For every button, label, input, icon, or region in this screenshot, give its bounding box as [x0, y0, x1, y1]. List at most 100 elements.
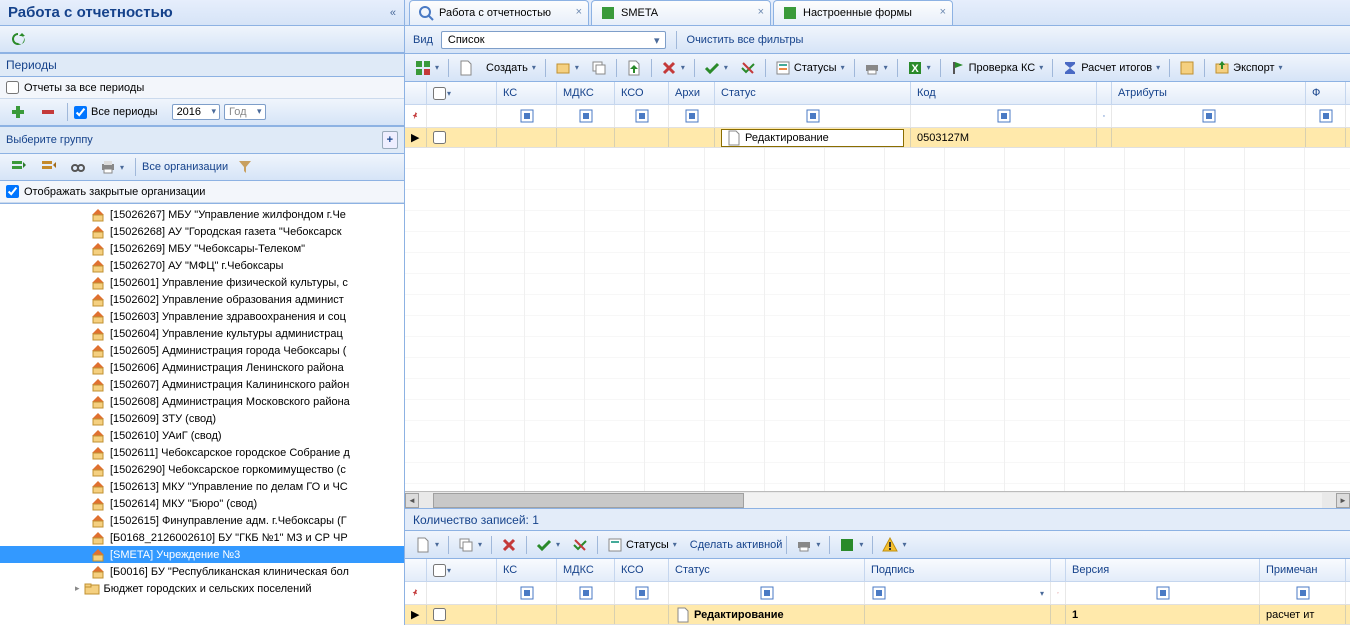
create-button[interactable]: Создать▾ — [481, 59, 541, 77]
tb-delete[interactable]: ▾ — [656, 57, 690, 79]
expand-button[interactable] — [5, 156, 31, 178]
filter-cell[interactable] — [1066, 582, 1260, 604]
tree-item[interactable]: [15026290] Чебоксарское горкомимущество … — [0, 461, 404, 478]
filter-cell[interactable] — [1260, 582, 1346, 604]
cell[interactable] — [865, 605, 1051, 624]
find-button[interactable] — [65, 156, 91, 178]
filter-cell[interactable] — [1051, 582, 1066, 604]
filter-cell[interactable] — [405, 582, 427, 604]
filter-cell[interactable] — [615, 582, 669, 604]
column-header[interactable]: Атрибуты — [1112, 82, 1306, 104]
tree-item[interactable]: [15026269] МБУ "Чебоксары-Телеком" — [0, 240, 404, 257]
tb-print[interactable]: ▾ — [859, 57, 893, 79]
column-header[interactable]: КСО — [615, 82, 669, 104]
column-header[interactable] — [405, 82, 427, 104]
filter-cell[interactable] — [715, 105, 911, 127]
all-periods-reports-checkbox[interactable] — [6, 81, 19, 94]
tree-folder[interactable]: ▸Бюджет городских и сельских поселений — [0, 580, 404, 597]
filter-cell[interactable] — [1097, 105, 1112, 127]
check-ks-button[interactable]: Проверка КС▾ — [945, 57, 1049, 79]
column-header[interactable] — [1051, 559, 1066, 581]
tree-item[interactable]: [1502602] Управление образования админис… — [0, 291, 404, 308]
filter-cell[interactable] — [497, 105, 557, 127]
tb2-copy[interactable]: ▾ — [453, 534, 487, 556]
tree-item[interactable]: [Б0016] БУ "Республиканская клиническая … — [0, 563, 404, 580]
grid-top-scrollbar[interactable]: ◄► — [405, 491, 1350, 508]
filter-button[interactable] — [232, 156, 258, 178]
cell[interactable] — [669, 128, 715, 147]
filter-cell[interactable] — [427, 105, 497, 127]
cell[interactable]: 1 — [1066, 605, 1260, 624]
tree-item[interactable]: [1502611] Чебоксарское городское Собрани… — [0, 444, 404, 461]
column-header[interactable]: Версия — [1066, 559, 1260, 581]
select-all-checkbox[interactable] — [433, 87, 446, 100]
cell[interactable] — [557, 128, 615, 147]
tb-wizard[interactable] — [1174, 57, 1200, 79]
filter-cell[interactable] — [557, 582, 615, 604]
all-orgs-link[interactable]: Все организации — [142, 161, 228, 173]
statuses2-button[interactable]: Статусы▾ — [602, 534, 682, 556]
column-header[interactable]: Статус — [669, 559, 865, 581]
cell[interactable] — [615, 605, 669, 624]
tree-item[interactable]: [1502603] Управление здравоохранения и с… — [0, 308, 404, 325]
grid-top-row[interactable]: ▶ Редактирование0503127М — [405, 128, 1350, 148]
year-select[interactable]: 2016 — [172, 104, 220, 120]
export-button[interactable]: Экспорт▾ — [1209, 57, 1287, 79]
tb2-print[interactable]: ▾ — [791, 534, 825, 556]
column-header[interactable]: КС — [497, 559, 557, 581]
tree-item[interactable]: [1502601] Управление физической культуры… — [0, 274, 404, 291]
cell[interactable]: Редактирование — [669, 605, 865, 624]
cell[interactable] — [497, 128, 557, 147]
tree-item[interactable]: [1502609] ЗТУ (свод) — [0, 410, 404, 427]
tb-excel[interactable]: X▾ — [902, 57, 936, 79]
god-select[interactable]: Год — [224, 104, 266, 120]
tab[interactable]: Настроенные формы× — [773, 0, 953, 25]
filter-cell[interactable] — [615, 105, 669, 127]
tb2-excel[interactable]: ▾ — [834, 534, 868, 556]
refresh-button[interactable] — [5, 28, 31, 50]
tree-item[interactable]: [1502605] Администрация города Чебоксары… — [0, 342, 404, 359]
column-header[interactable]: КС — [497, 82, 557, 104]
column-header[interactable]: Подпись — [865, 559, 1051, 581]
column-header[interactable]: Архи — [669, 82, 715, 104]
tree-item[interactable]: [1502606] Администрация Ленинского район… — [0, 359, 404, 376]
tb-copy[interactable] — [586, 57, 612, 79]
tree-item[interactable]: [15026268] АУ "Городская газета "Чебокса… — [0, 223, 404, 240]
collapse-icon[interactable]: « — [390, 7, 396, 19]
close-icon[interactable]: × — [940, 6, 946, 18]
tb-open[interactable]: ▾ — [550, 57, 584, 79]
column-header[interactable]: Ф — [1306, 82, 1346, 104]
filter-cell[interactable] — [1112, 105, 1306, 127]
column-header[interactable]: КСО — [615, 559, 669, 581]
view-select[interactable]: Список — [441, 31, 666, 49]
filter-cell[interactable] — [669, 582, 865, 604]
cell[interactable]: ▶ — [405, 128, 427, 147]
filter-cell[interactable]: ▾ — [865, 582, 1051, 604]
filter-cell[interactable] — [911, 105, 1097, 127]
tb-settings[interactable]: ▾ — [410, 57, 444, 79]
cell[interactable] — [427, 128, 497, 147]
remove-button[interactable] — [35, 101, 61, 123]
cell[interactable]: 0503127М — [911, 128, 1097, 147]
column-header[interactable] — [1097, 82, 1112, 104]
column-header[interactable]: ▾ — [427, 82, 497, 104]
cell[interactable] — [1051, 605, 1066, 624]
tb-new[interactable] — [453, 57, 479, 79]
grid-top-empty[interactable] — [405, 148, 1350, 491]
tb-uncheck[interactable] — [735, 57, 761, 79]
cell[interactable] — [1112, 128, 1306, 147]
tree-item[interactable]: [1502614] МКУ "Бюро" (свод) — [0, 495, 404, 512]
filter-cell[interactable] — [405, 105, 427, 127]
all-periods-checkbox[interactable] — [74, 106, 87, 119]
close-icon[interactable]: × — [758, 6, 764, 18]
cell[interactable]: расчет ит — [1260, 605, 1346, 624]
filter-cell[interactable] — [1306, 105, 1346, 127]
column-header[interactable]: МДКС — [557, 559, 615, 581]
calc-button[interactable]: Расчет итогов▾ — [1057, 57, 1165, 79]
column-header[interactable]: Код — [911, 82, 1097, 104]
column-header[interactable]: ▾ — [427, 559, 497, 581]
grid-bottom-row[interactable]: ▶ Редактирование1расчет ит — [405, 605, 1350, 625]
filter-cell[interactable] — [427, 582, 497, 604]
column-header[interactable]: Статус — [715, 82, 911, 104]
tree-item[interactable]: [1502607] Администрация Калининского рай… — [0, 376, 404, 393]
